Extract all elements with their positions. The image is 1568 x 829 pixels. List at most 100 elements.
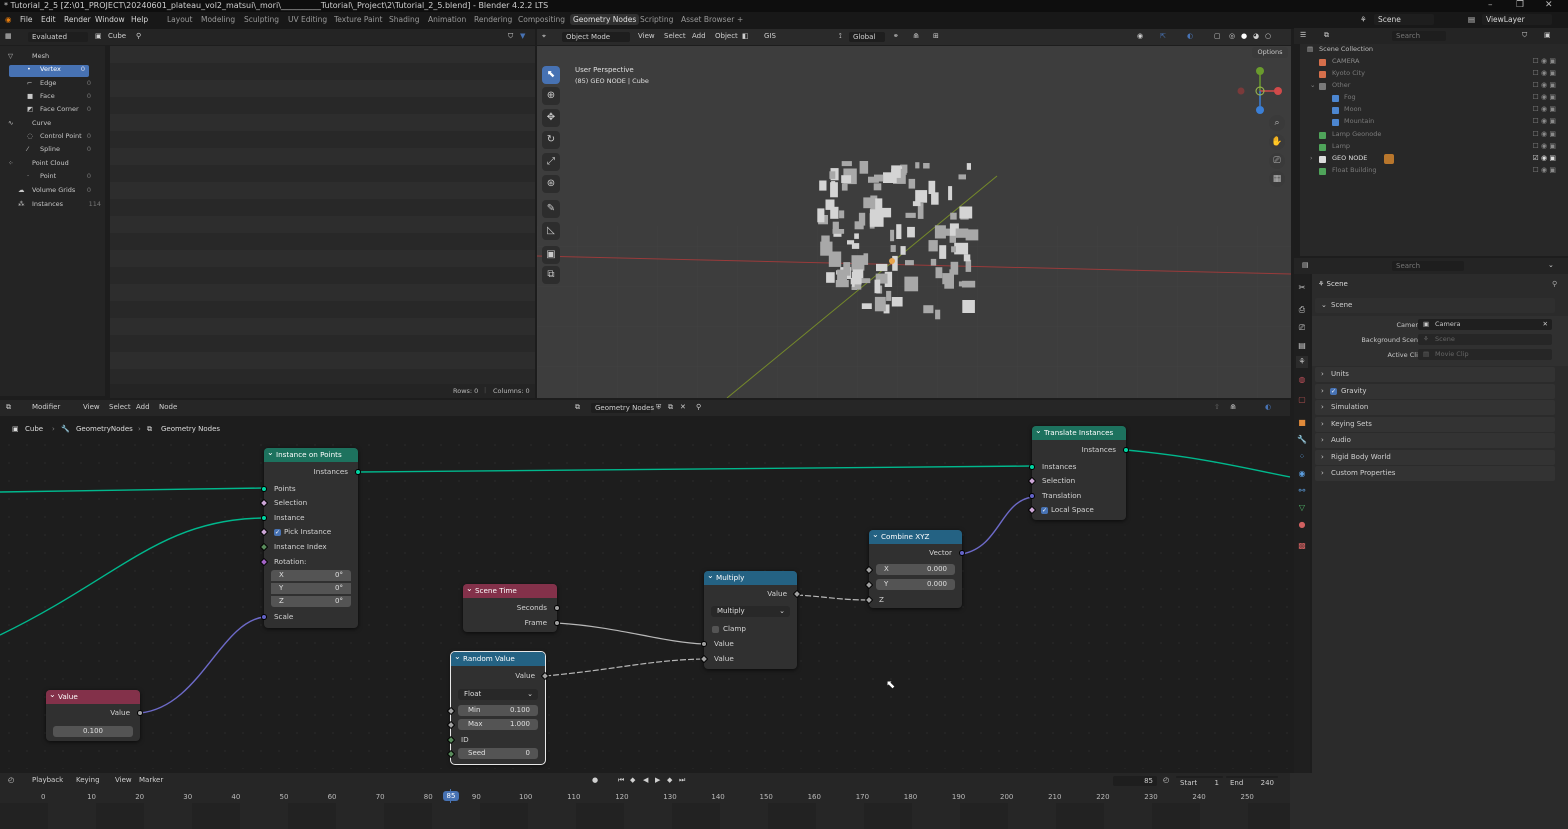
scene-tab-icon[interactable]: ⚘: [1296, 356, 1308, 368]
visibility-icons[interactable]: ☐ ◉ ▣: [1533, 69, 1556, 77]
menu-gis[interactable]: GIS: [764, 32, 776, 40]
node-value[interactable]: Value Value 0.100: [46, 688, 143, 741]
combine-y-field[interactable]: Y 0.000: [876, 579, 955, 590]
menu-file[interactable]: File: [20, 15, 33, 24]
timeline-keyframe-area[interactable]: [0, 803, 1290, 829]
outliner-item[interactable]: Lamp Geonode ☐ ◉ ▣: [1300, 130, 1568, 142]
close-icon[interactable]: ✕: [1545, 0, 1553, 11]
snap-icon[interactable]: ⋒: [913, 32, 919, 40]
select-tool-icon[interactable]: ⬉: [542, 66, 560, 84]
texture-tab-icon[interactable]: ▩: [1296, 540, 1308, 552]
panel-gravity[interactable]: › ✓ Gravity: [1315, 384, 1555, 399]
tab-modeling[interactable]: Modeling: [201, 15, 235, 24]
properties-search-input[interactable]: Search: [1392, 261, 1464, 271]
visibility-icons[interactable]: ☐ ◉ ▣: [1533, 130, 1556, 138]
add-cube-tool-icon[interactable]: ▣: [542, 246, 560, 264]
tab-asset-browser[interactable]: Asset Browser: [681, 15, 734, 24]
socket-input-translation[interactable]: [1029, 493, 1035, 499]
menu-edit[interactable]: Edit: [41, 15, 56, 24]
node-tree-selector[interactable]: Geometry Nodes: [591, 403, 654, 413]
node-multiply[interactable]: Multiply Value Multiply ⌄ Clamp Value Val…: [699, 569, 802, 669]
timeline[interactable]: ◴ Playback Keying View Marker ● ⏮ ◆ ◀ ▶ …: [0, 773, 1290, 829]
visibility-icons[interactable]: ☐ ◉ ▣: [1533, 105, 1556, 113]
gizmo-x-axis-icon[interactable]: [1274, 87, 1282, 95]
clamp-checkbox[interactable]: [712, 626, 719, 633]
min-field[interactable]: Min 0.100: [458, 705, 538, 716]
tab-uv-editing[interactable]: UV Editing: [288, 15, 327, 24]
node-scene-time[interactable]: Scene Time Seconds Frame: [463, 582, 560, 632]
menu-help[interactable]: Help: [131, 15, 148, 24]
menu-window[interactable]: Window: [95, 15, 125, 24]
solid-shading-icon[interactable]: ●: [1241, 32, 1247, 40]
constraints-tab-icon[interactable]: ⚯: [1296, 485, 1308, 497]
rotate-tool-icon[interactable]: ↻: [542, 131, 560, 149]
tree-item-curve[interactable]: ∿ Curve: [0, 119, 105, 131]
tab-geometry-nodes[interactable]: Geometry Nodes: [570, 14, 640, 25]
tool-tab-icon[interactable]: ✂: [1296, 282, 1308, 294]
play-reverse-icon[interactable]: ◀: [643, 776, 648, 784]
expand-arrow-icon[interactable]: ›: [1310, 154, 1313, 162]
pin-icon[interactable]: ⚲: [136, 32, 141, 40]
tree-item-edge[interactable]: ⌐ Edge 0: [0, 79, 105, 91]
visibility-icons[interactable]: ☐ ◉ ▣: [1533, 166, 1556, 174]
xray-icon[interactable]: ▢: [1214, 32, 1221, 40]
socket-output-seconds[interactable]: [554, 605, 560, 611]
view-layer-selector[interactable]: ViewLayer: [1482, 14, 1552, 25]
tab-texture-paint[interactable]: Texture Paint: [334, 15, 382, 24]
overlay-icon[interactable]: ⇧: [1214, 403, 1220, 411]
node-title[interactable]: Translate Instances: [1032, 424, 1126, 440]
node-combine-xyz[interactable]: Combine XYZ Vector X 0.000 Y 0.000 Z: [864, 528, 965, 608]
gizmo-z-axis-icon[interactable]: [1256, 106, 1264, 114]
menu-add[interactable]: Add: [136, 403, 150, 411]
perspective-toggle-icon[interactable]: ▦: [1269, 171, 1285, 187]
active-clip-field[interactable]: ▤ Movie Clip: [1418, 349, 1552, 360]
socket-input-instances[interactable]: [1029, 464, 1035, 470]
tree-item-point-cloud[interactable]: ⁘ Point Cloud: [0, 159, 105, 171]
zoom-icon[interactable]: ⌕: [1269, 115, 1285, 131]
blender-logo-icon[interactable]: ◉: [5, 15, 12, 24]
move-tool-icon[interactable]: ✥: [542, 109, 560, 127]
rendered-shading-icon[interactable]: ○: [1265, 32, 1271, 40]
tree-item-point[interactable]: · Point 0: [0, 172, 105, 184]
fake-user-icon[interactable]: ⛨: [656, 403, 661, 412]
navigation-gizmo[interactable]: [1232, 61, 1292, 121]
pivot-icon[interactable]: ⚭: [893, 32, 899, 40]
tree-item-spline[interactable]: ⁄ Spline 0: [0, 145, 105, 157]
node-title[interactable]: Scene Time: [463, 582, 557, 598]
snap-icon[interactable]: ⋒: [1230, 403, 1236, 411]
panel-simulation[interactable]: › Simulation: [1315, 400, 1555, 415]
socket-output-instances[interactable]: [355, 469, 361, 475]
outliner-scene-collection[interactable]: ▤ Scene Collection: [1300, 45, 1568, 57]
output-tab-icon[interactable]: ⎚: [1296, 322, 1308, 334]
scene-selector[interactable]: Scene: [1374, 14, 1434, 25]
value-field[interactable]: 0.100: [53, 726, 133, 737]
filter-icon[interactable]: ⛉: [508, 32, 513, 41]
3d-viewport[interactable]: ⬉ ⊕ ✥ ↻ ⤢ ⊛ ✎ ◺ ▣ ⧉ User Perspective (85…: [537, 46, 1291, 398]
panel-units[interactable]: › Units: [1315, 367, 1555, 382]
menu-view[interactable]: View: [83, 403, 100, 411]
end-frame-field[interactable]: End 240: [1226, 776, 1278, 787]
seed-field[interactable]: Seed 0: [458, 748, 538, 759]
menu-view[interactable]: View: [638, 32, 655, 40]
options-button[interactable]: Options: [1252, 47, 1288, 58]
outliner-item[interactable]: Mountain ☐ ◉ ▣: [1300, 117, 1568, 129]
object-tab-icon[interactable]: ■: [1296, 417, 1308, 429]
add-workspace-icon[interactable]: +: [737, 15, 743, 24]
panel-custom-properties[interactable]: › Custom Properties: [1315, 466, 1555, 481]
start-frame-field[interactable]: Start 1: [1176, 776, 1223, 787]
playhead-frame-badge[interactable]: 85: [443, 791, 459, 801]
outliner-item[interactable]: Fog ☐ ◉ ▣: [1300, 93, 1568, 105]
modifier-tab-icon[interactable]: 🔧: [1296, 434, 1308, 446]
menu-view[interactable]: View: [115, 776, 132, 784]
node-tree-icon[interactable]: ⧉: [575, 403, 580, 412]
scene-panel-header[interactable]: ⌄ Scene: [1315, 298, 1555, 313]
tree-item-face-corner[interactable]: ◩ Face Corner 0: [0, 105, 105, 117]
socket-output-instances[interactable]: [1123, 447, 1129, 453]
menu-object[interactable]: Object: [715, 32, 738, 40]
jump-start-icon[interactable]: ⏮: [618, 776, 624, 785]
editor-type-icon[interactable]: ⌖: [542, 32, 546, 41]
jump-end-icon[interactable]: ⏭: [679, 776, 685, 785]
node-random-value[interactable]: Random Value Value Float ⌄ Min 0.100 Max 1.…: [446, 650, 550, 765]
pan-hand-icon[interactable]: ✋: [1269, 134, 1285, 150]
unlink-icon[interactable]: ✕: [680, 403, 686, 411]
